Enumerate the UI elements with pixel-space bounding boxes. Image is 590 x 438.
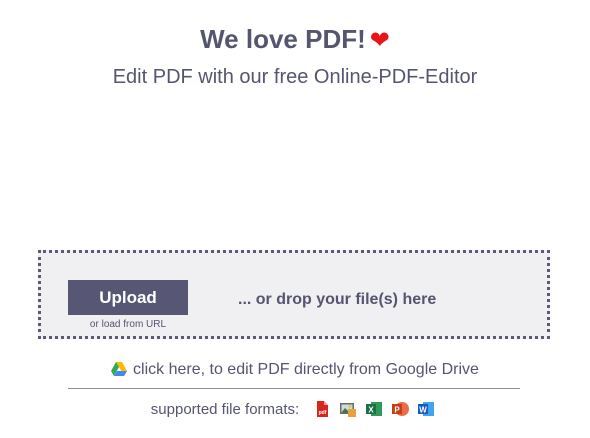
load-from-url-link[interactable]: or load from URL xyxy=(68,319,188,330)
svg-text:P: P xyxy=(395,405,401,414)
pdf-file-icon: pdf xyxy=(317,401,329,417)
divider xyxy=(68,388,520,389)
page-title: We love PDF! ❤ xyxy=(0,24,590,55)
powerpoint-file-icon: P xyxy=(392,402,410,416)
file-dropzone[interactable]: Upload or load from URL ... or drop your… xyxy=(38,250,550,339)
svg-text:W: W xyxy=(419,405,427,414)
upload-button[interactable]: Upload xyxy=(68,280,188,315)
title-text: We love PDF! xyxy=(200,24,366,54)
supported-formats: supported file formats: pdf X P W xyxy=(0,400,590,418)
word-file-icon: W xyxy=(418,402,435,416)
image-file-icon xyxy=(340,403,357,417)
page-subtitle: Edit PDF with our free Online-PDF-Editor xyxy=(112,66,478,88)
supported-formats-label: supported file formats: xyxy=(150,400,300,418)
heart-icon: ❤ xyxy=(369,27,390,54)
google-drive-icon xyxy=(111,362,128,376)
svg-text:X: X xyxy=(369,405,375,414)
excel-file-icon: X xyxy=(366,402,383,416)
google-drive-link[interactable]: click here, to edit PDF directly from Go… xyxy=(0,361,590,379)
svg-text:pdf: pdf xyxy=(319,410,327,416)
google-drive-text: click here, to edit PDF directly from Go… xyxy=(133,361,479,378)
drop-files-text: ... or drop your file(s) here xyxy=(238,291,437,308)
